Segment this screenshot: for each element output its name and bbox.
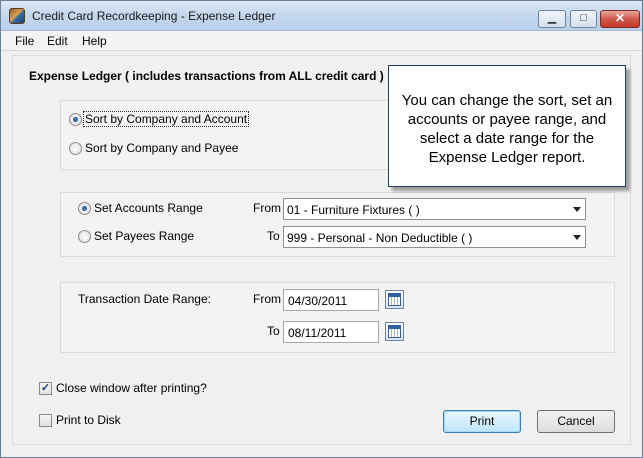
date-to-label: To: [267, 324, 280, 338]
calendar-icon: [388, 325, 401, 338]
menu-file[interactable]: File: [15, 34, 34, 48]
expense-ledger-window: Credit Card Recordkeeping - Expense Ledg…: [0, 0, 643, 458]
range-to-value: 999 - Personal - Non Deductible ( ): [287, 231, 473, 245]
minimize-button[interactable]: ▁: [538, 10, 566, 28]
close-after-printing-checkbox[interactable]: ✓: [39, 382, 52, 395]
print-to-disk-checkbox[interactable]: [39, 414, 52, 427]
print-to-disk-label[interactable]: Print to Disk: [56, 413, 121, 427]
date-from-label: From: [253, 292, 281, 306]
app-icon: [9, 8, 25, 24]
calendar-icon: [388, 293, 401, 306]
range-to-select[interactable]: 999 - Personal - Non Deductible ( ): [283, 226, 586, 248]
sort-company-account-label[interactable]: Sort by Company and Account: [82, 111, 250, 127]
close-after-printing-label[interactable]: Close window after printing?: [56, 381, 207, 395]
range-from-value: 01 - Furniture Fixtures ( ): [287, 203, 420, 217]
print-button[interactable]: Print: [443, 410, 521, 433]
accounts-range-label[interactable]: Set Accounts Range: [94, 201, 203, 215]
title-bar[interactable]: Credit Card Recordkeeping - Expense Ledg…: [1, 1, 642, 31]
sort-company-payee-radio[interactable]: [69, 142, 82, 155]
cancel-button[interactable]: Cancel: [537, 410, 615, 433]
date-to-input[interactable]: 08/11/2011: [283, 321, 379, 343]
date-from-value: 04/30/2011: [288, 294, 348, 308]
date-to-value: 08/11/2011: [288, 326, 347, 340]
menu-edit[interactable]: Edit: [47, 34, 68, 48]
range-to-label: To: [267, 229, 280, 243]
payees-range-radio[interactable]: [78, 230, 91, 243]
help-callout: You can change the sort, set an accounts…: [388, 65, 626, 187]
payees-range-label[interactable]: Set Payees Range: [94, 229, 194, 243]
window-title: Credit Card Recordkeeping - Expense Ledg…: [32, 9, 276, 23]
chevron-down-icon: [573, 235, 581, 240]
date-to-calendar-button[interactable]: [385, 322, 404, 341]
sort-company-account-radio[interactable]: [69, 113, 82, 126]
menu-help[interactable]: Help: [82, 34, 107, 48]
close-button[interactable]: ✕: [600, 10, 640, 28]
sort-company-payee-label[interactable]: Sort by Company and Payee: [85, 141, 238, 155]
range-from-select[interactable]: 01 - Furniture Fixtures ( ): [283, 198, 586, 220]
chevron-down-icon: [573, 207, 581, 212]
accounts-range-radio[interactable]: [78, 202, 91, 215]
range-from-label: From: [253, 201, 281, 215]
report-heading: Expense Ledger ( includes transactions f…: [29, 69, 384, 83]
maximize-button[interactable]: □: [570, 10, 597, 28]
menu-bar: File Edit Help: [1, 31, 642, 51]
date-range-label: Transaction Date Range:: [78, 292, 211, 306]
date-from-calendar-button[interactable]: [385, 290, 404, 309]
date-from-input[interactable]: 04/30/2011: [283, 289, 379, 311]
